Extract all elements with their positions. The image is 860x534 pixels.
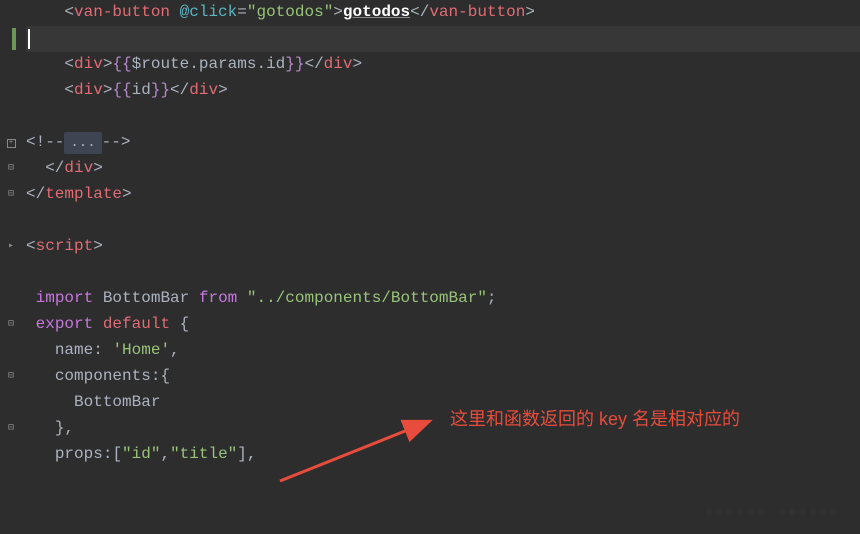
- code-line[interactable]: <script>: [26, 234, 860, 260]
- text-cursor: [28, 29, 30, 49]
- code-line-empty[interactable]: [26, 260, 860, 286]
- code-line[interactable]: export default {: [26, 312, 860, 338]
- code-line-empty[interactable]: [26, 104, 860, 130]
- code-line-folded[interactable]: <!--...-->: [26, 130, 860, 156]
- code-line[interactable]: components:{: [26, 364, 860, 390]
- code-line[interactable]: <van-button @click="gotodos">gotodos</va…: [26, 0, 860, 26]
- line-marker: [12, 28, 16, 50]
- fold-placeholder[interactable]: ...: [64, 132, 101, 154]
- fold-close-icon[interactable]: ⊟: [8, 317, 14, 333]
- code-line[interactable]: </template>: [26, 182, 860, 208]
- fold-expand-icon[interactable]: +: [7, 139, 16, 148]
- code-line-active[interactable]: [26, 26, 860, 52]
- fold-arrow-icon[interactable]: ▸: [8, 239, 14, 255]
- gutter: + ⊟ ⊟ ▸ ⊟ ⊟ ⊟: [0, 0, 22, 534]
- fold-close-icon[interactable]: ⊟: [8, 161, 14, 177]
- fold-close-icon[interactable]: ⊟: [8, 187, 14, 203]
- fold-close-icon[interactable]: ⊟: [8, 369, 14, 385]
- code-line-empty[interactable]: [26, 208, 860, 234]
- code-line[interactable]: <div>{{$route.params.id}}</div>: [26, 52, 860, 78]
- watermark: ······ ······: [705, 502, 840, 524]
- annotation-text: 这里和函数返回的 key 名是相对应的: [450, 405, 740, 434]
- code-line[interactable]: </div>: [26, 156, 860, 182]
- code-line[interactable]: <div>{{id}}</div>: [26, 78, 860, 104]
- code-line[interactable]: name: 'Home',: [26, 338, 860, 364]
- code-line[interactable]: import BottomBar from "../components/Bot…: [26, 286, 860, 312]
- annotation-arrow-icon: [265, 413, 445, 488]
- fold-close-icon[interactable]: ⊟: [8, 421, 14, 437]
